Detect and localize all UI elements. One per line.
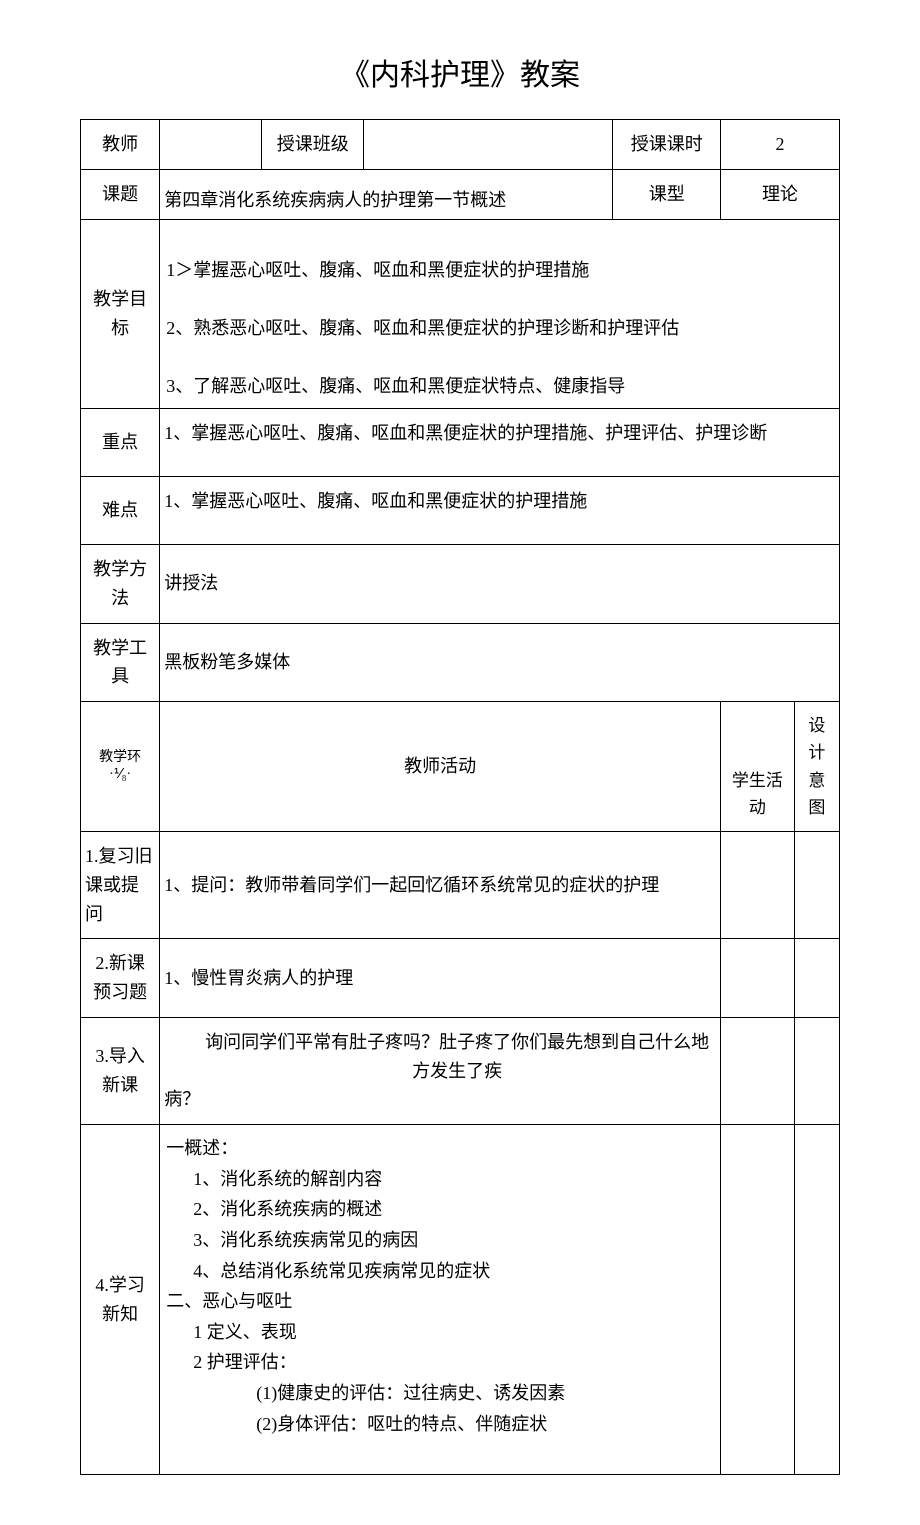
teacher-value <box>160 120 262 170</box>
topic-value: 第四章消化系统疾病病人的护理第一节概述 <box>160 169 613 219</box>
section4-student <box>721 1125 795 1475</box>
tools-value: 黑板粉笔多媒体 <box>160 623 840 702</box>
goals-label: 教学目标 <box>81 219 160 409</box>
topic-label: 课题 <box>81 169 160 219</box>
section4-intent <box>794 1125 839 1475</box>
section3-label: 3.导入新课 <box>81 1017 160 1124</box>
method-label: 教学方法 <box>81 544 160 623</box>
keypoint-value: 1、掌握恶心呕吐、腹痛、呕血和黑便症状的护理措施、护理评估、护理诊断 <box>160 409 840 477</box>
section2-intent <box>794 939 839 1018</box>
hours-value: 2 <box>721 120 840 170</box>
segment-header: 教学环 ·⅟₈· <box>81 702 160 832</box>
table-row: 2.新课预习题 1、慢性胃炎病人的护理 <box>81 939 840 1018</box>
section1-label: 1.复习旧课或提问 <box>81 831 160 938</box>
section3-line2: 病？ <box>164 1085 714 1114</box>
table-row: 课题 第四章消化系统疾病病人的护理第一节概述 课型 理论 <box>81 169 840 219</box>
section4-label: 4.学习新知 <box>81 1125 160 1475</box>
section1-student <box>721 831 795 938</box>
goal-line: 3、了解恶心呕吐、腹痛、呕血和黑便症状特点、健康指导 <box>166 376 625 396</box>
goal-line: 1＞掌握恶心呕吐、腹痛、呕血和黑便症状的护理措施 <box>166 260 589 280</box>
table-row: 重点 1、掌握恶心呕吐、腹痛、呕血和黑便症状的护理措施、护理评估、护理诊断 <box>81 409 840 477</box>
difficulty-label: 难点 <box>81 477 160 545</box>
goals-value: 1＞掌握恶心呕吐、腹痛、呕血和黑便症状的护理措施 2、熟悉恶心呕吐、腹痛、呕血和… <box>160 219 840 409</box>
method-value: 讲授法 <box>160 544 840 623</box>
design-intent-header: 设计意图 <box>794 702 839 832</box>
table-row: 教学目标 1＞掌握恶心呕吐、腹痛、呕血和黑便症状的护理措施 2、熟悉恶心呕吐、腹… <box>81 219 840 409</box>
lesson-plan-table: 教师 授课班级 授课课时 2 课题 第四章消化系统疾病病人的护理第一节概述 课型… <box>80 119 840 1475</box>
keypoint-label: 重点 <box>81 409 160 477</box>
section3-content: 询问同学们平常有肚子疼吗？肚子疼了你们最先想到自己什么地方发生了疾 病？ <box>160 1017 721 1124</box>
section4-line: 3、消化系统疾病常见的病因 <box>166 1225 714 1256</box>
section1-intent <box>794 831 839 938</box>
section1-content: 1、提问：教师带着同学们一起回忆循环系统常见的症状的护理 <box>160 831 721 938</box>
type-label: 课型 <box>613 169 721 219</box>
section4-line: (1)健康史的评估：过往病史、诱发因素 <box>166 1378 714 1409</box>
hours-label: 授课课时 <box>613 120 721 170</box>
segment-line2: ·⅟₈· <box>109 767 131 782</box>
student-activity-header: 学生活动 <box>721 702 795 832</box>
section3-line1: 询问同学们平常有肚子疼吗？肚子疼了你们最先想到自己什么地方发生了疾 <box>164 1028 714 1086</box>
table-row: 教学方法 讲授法 <box>81 544 840 623</box>
class-value <box>364 120 613 170</box>
section4-line: 4、总结消化系统常见疾病常见的症状 <box>166 1256 714 1287</box>
page-title: 《内科护理》教案 <box>80 50 840 94</box>
section3-student <box>721 1017 795 1124</box>
table-row: 教学工具 黑板粉笔多媒体 <box>81 623 840 702</box>
section4-line: 2、消化系统疾病的概述 <box>166 1194 714 1225</box>
goal-line: 2、熟悉恶心呕吐、腹痛、呕血和黑便症状的护理诊断和护理评估 <box>166 318 679 338</box>
table-row: 教师 授课班级 授课课时 2 <box>81 120 840 170</box>
table-row: 1.复习旧课或提问 1、提问：教师带着同学们一起回忆循环系统常见的症状的护理 <box>81 831 840 938</box>
teacher-activity-header: 教师活动 <box>160 702 721 832</box>
table-row: 教学环 ·⅟₈· 教师活动 学生活动 设计意图 <box>81 702 840 832</box>
section4-line: 1、消化系统的解剖内容 <box>166 1164 714 1195</box>
section3-intent <box>794 1017 839 1124</box>
section2-content: 1、慢性胃炎病人的护理 <box>160 939 721 1018</box>
table-row: 难点 1、掌握恶心呕吐、腹痛、呕血和黑便症状的护理措施 <box>81 477 840 545</box>
class-label: 授课班级 <box>262 120 364 170</box>
section4-line: 二、恶心与呕吐 <box>166 1286 714 1317</box>
section4-line: 2 护理评估： <box>166 1347 714 1378</box>
section4-line: 1 定义、表现 <box>166 1317 714 1348</box>
section4-line: 一概述： <box>166 1133 714 1164</box>
section2-student <box>721 939 795 1018</box>
type-value: 理论 <box>721 169 840 219</box>
section4-content: 一概述： 1、消化系统的解剖内容 2、消化系统疾病的概述 3、消化系统疾病常见的… <box>160 1125 721 1475</box>
segment-line1: 教学环 <box>99 750 141 765</box>
table-row: 3.导入新课 询问同学们平常有肚子疼吗？肚子疼了你们最先想到自己什么地方发生了疾… <box>81 1017 840 1124</box>
section2-label: 2.新课预习题 <box>81 939 160 1018</box>
section4-line: (2)身体评估：呕吐的特点、伴随症状 <box>166 1409 714 1440</box>
tools-label: 教学工具 <box>81 623 160 702</box>
difficulty-value: 1、掌握恶心呕吐、腹痛、呕血和黑便症状的护理措施 <box>160 477 840 545</box>
teacher-label: 教师 <box>81 120 160 170</box>
table-row: 4.学习新知 一概述： 1、消化系统的解剖内容 2、消化系统疾病的概述 3、消化… <box>81 1125 840 1475</box>
